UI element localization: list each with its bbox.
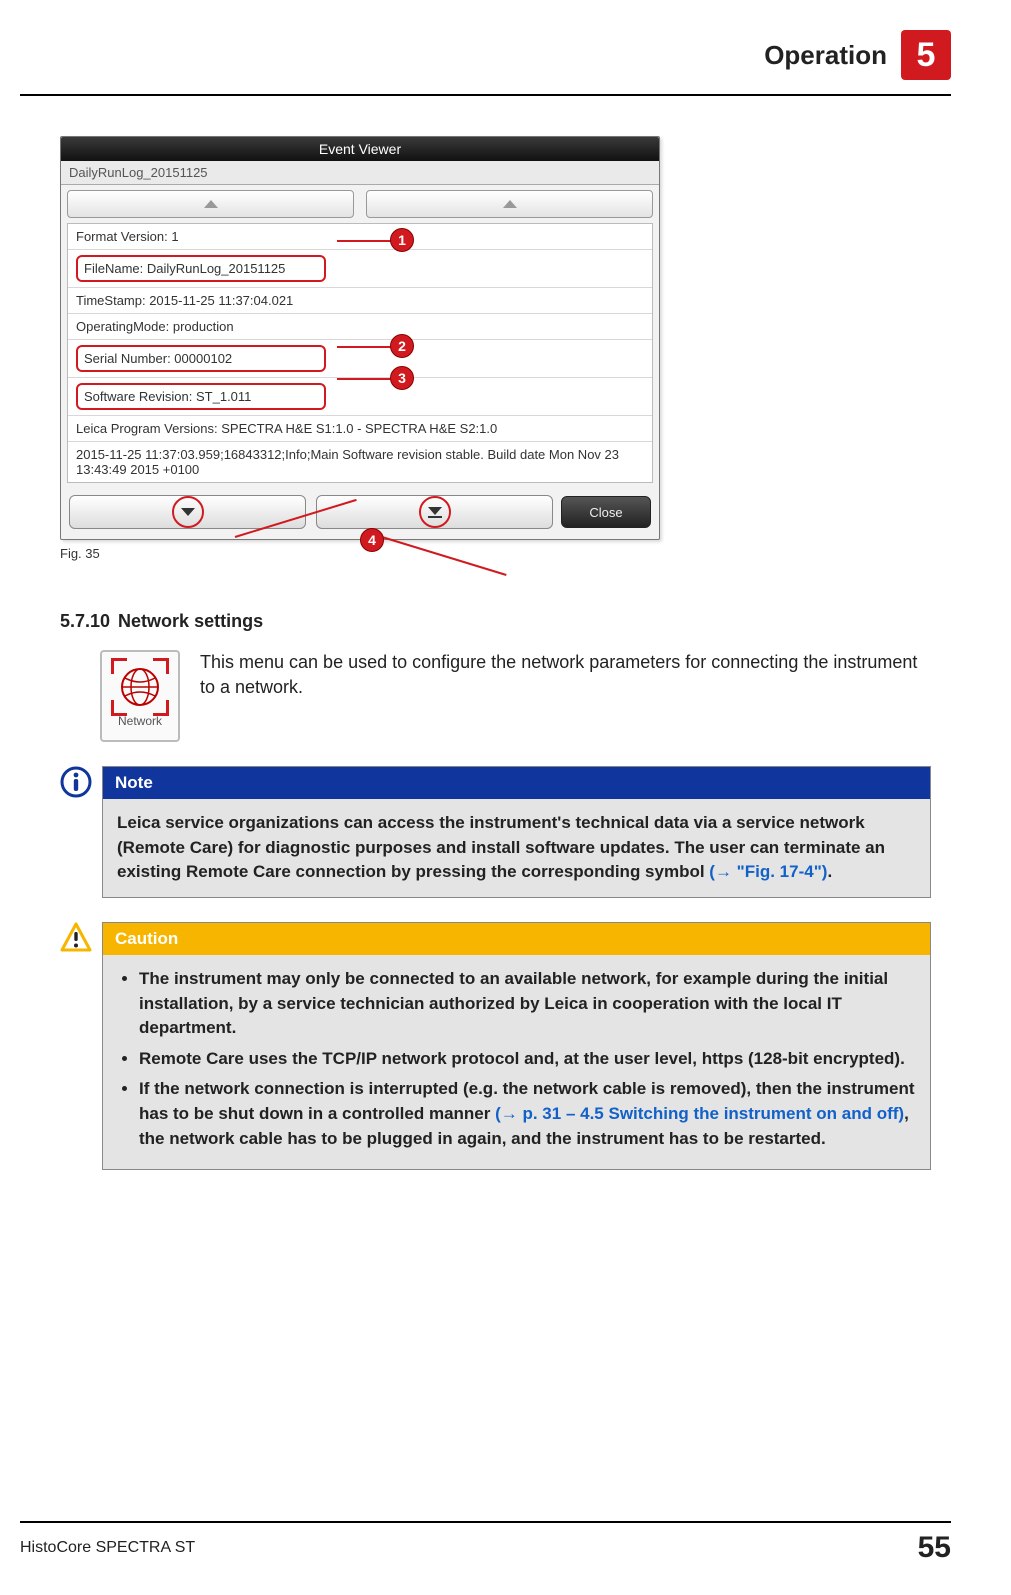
caution-content: The instrument may only be connected to …: [103, 955, 930, 1169]
note-text-post: .: [827, 862, 832, 881]
row-filename: FileName: DailyRunLog_20151125: [76, 255, 326, 282]
scroll-up-button[interactable]: [67, 190, 354, 218]
event-viewer-window: Event Viewer DailyRunLog_20151125 Format…: [60, 136, 660, 540]
row-software: Software Revision: ST_1.011: [76, 383, 326, 410]
row-filename-wrap: FileName: DailyRunLog_20151125: [68, 250, 652, 288]
row-format-version: Format Version: 1: [68, 224, 652, 250]
connector-1: [337, 240, 392, 242]
network-icon-button[interactable]: Network: [100, 650, 180, 742]
connector-3: [337, 378, 392, 380]
callout-3: 3: [390, 366, 414, 390]
callout-1: 1: [390, 228, 414, 252]
caution-bullet-1: The instrument may only be connected to …: [139, 967, 916, 1041]
page-footer: HistoCore SPECTRA ST 55: [20, 1521, 951, 1565]
event-viewer-subtitle: DailyRunLog_20151125: [61, 161, 659, 185]
callout-circle-icon: [418, 495, 452, 529]
globe-icon: [117, 664, 163, 710]
note-icon: [60, 766, 92, 798]
section-title: Network settings: [118, 611, 263, 632]
caution-bullet-2: Remote Care uses the TCP/IP network prot…: [139, 1047, 916, 1072]
caution-heading: Caution: [103, 923, 930, 955]
close-button[interactable]: Close: [561, 496, 651, 528]
chevron-up-icon: [204, 200, 218, 208]
row-log: 2015-11-25 11:37:03.959;16843312;Info;Ma…: [68, 442, 652, 482]
network-icon-label: Network: [118, 714, 162, 728]
row-programs: Leica Program Versions: SPECTRA H&E S1:1…: [68, 416, 652, 442]
callout-2: 2: [390, 334, 414, 358]
caution-b3-link[interactable]: (→ p. 31 – 4.5 Switching the instrument …: [495, 1104, 904, 1123]
event-viewer-footer: Close: [61, 489, 659, 539]
chapter-number: 5: [901, 30, 951, 80]
caution-icon: [60, 922, 92, 954]
note-link[interactable]: (→ "Fig. 17-4"): [709, 862, 827, 881]
callout-circle-icon: [171, 495, 205, 529]
caution-box: Caution The instrument may only be conne…: [60, 922, 931, 1170]
section-intro: Network This menu can be used to configu…: [60, 650, 931, 742]
event-viewer-body: Format Version: 1 FileName: DailyRunLog_…: [67, 223, 653, 483]
note-heading: Note: [103, 767, 930, 799]
chevron-up-bar-icon: [503, 200, 517, 208]
event-viewer-top-nav: [61, 185, 659, 223]
intro-text: This menu can be used to configure the n…: [200, 650, 920, 700]
callout-4: 4: [360, 528, 384, 552]
row-serial: Serial Number: 00000102: [76, 345, 326, 372]
note-box: Note Leica service organizations can acc…: [60, 766, 931, 898]
row-timestamp: TimeStamp: 2015-11-25 11:37:04.021: [68, 288, 652, 314]
caution-bullet-3: If the network connection is interrupted…: [139, 1077, 916, 1151]
footer-product: HistoCore SPECTRA ST: [20, 1539, 195, 1557]
row-operating-mode: OperatingMode: production: [68, 314, 652, 340]
note-content: Leica service organizations can access t…: [103, 799, 930, 897]
row-software-wrap: Software Revision: ST_1.011: [68, 378, 652, 416]
header-title: Operation: [764, 40, 887, 71]
section-number: 5.7.10: [60, 611, 110, 632]
footer-page-number: 55: [918, 1531, 951, 1565]
page-header: Operation 5: [20, 30, 951, 80]
section-heading: 5.7.10 Network settings: [60, 611, 931, 632]
figure-event-viewer: Event Viewer DailyRunLog_20151125 Format…: [60, 136, 670, 561]
event-viewer-title: Event Viewer: [61, 137, 659, 161]
scroll-top-button[interactable]: [366, 190, 653, 218]
connector-2: [337, 346, 392, 348]
